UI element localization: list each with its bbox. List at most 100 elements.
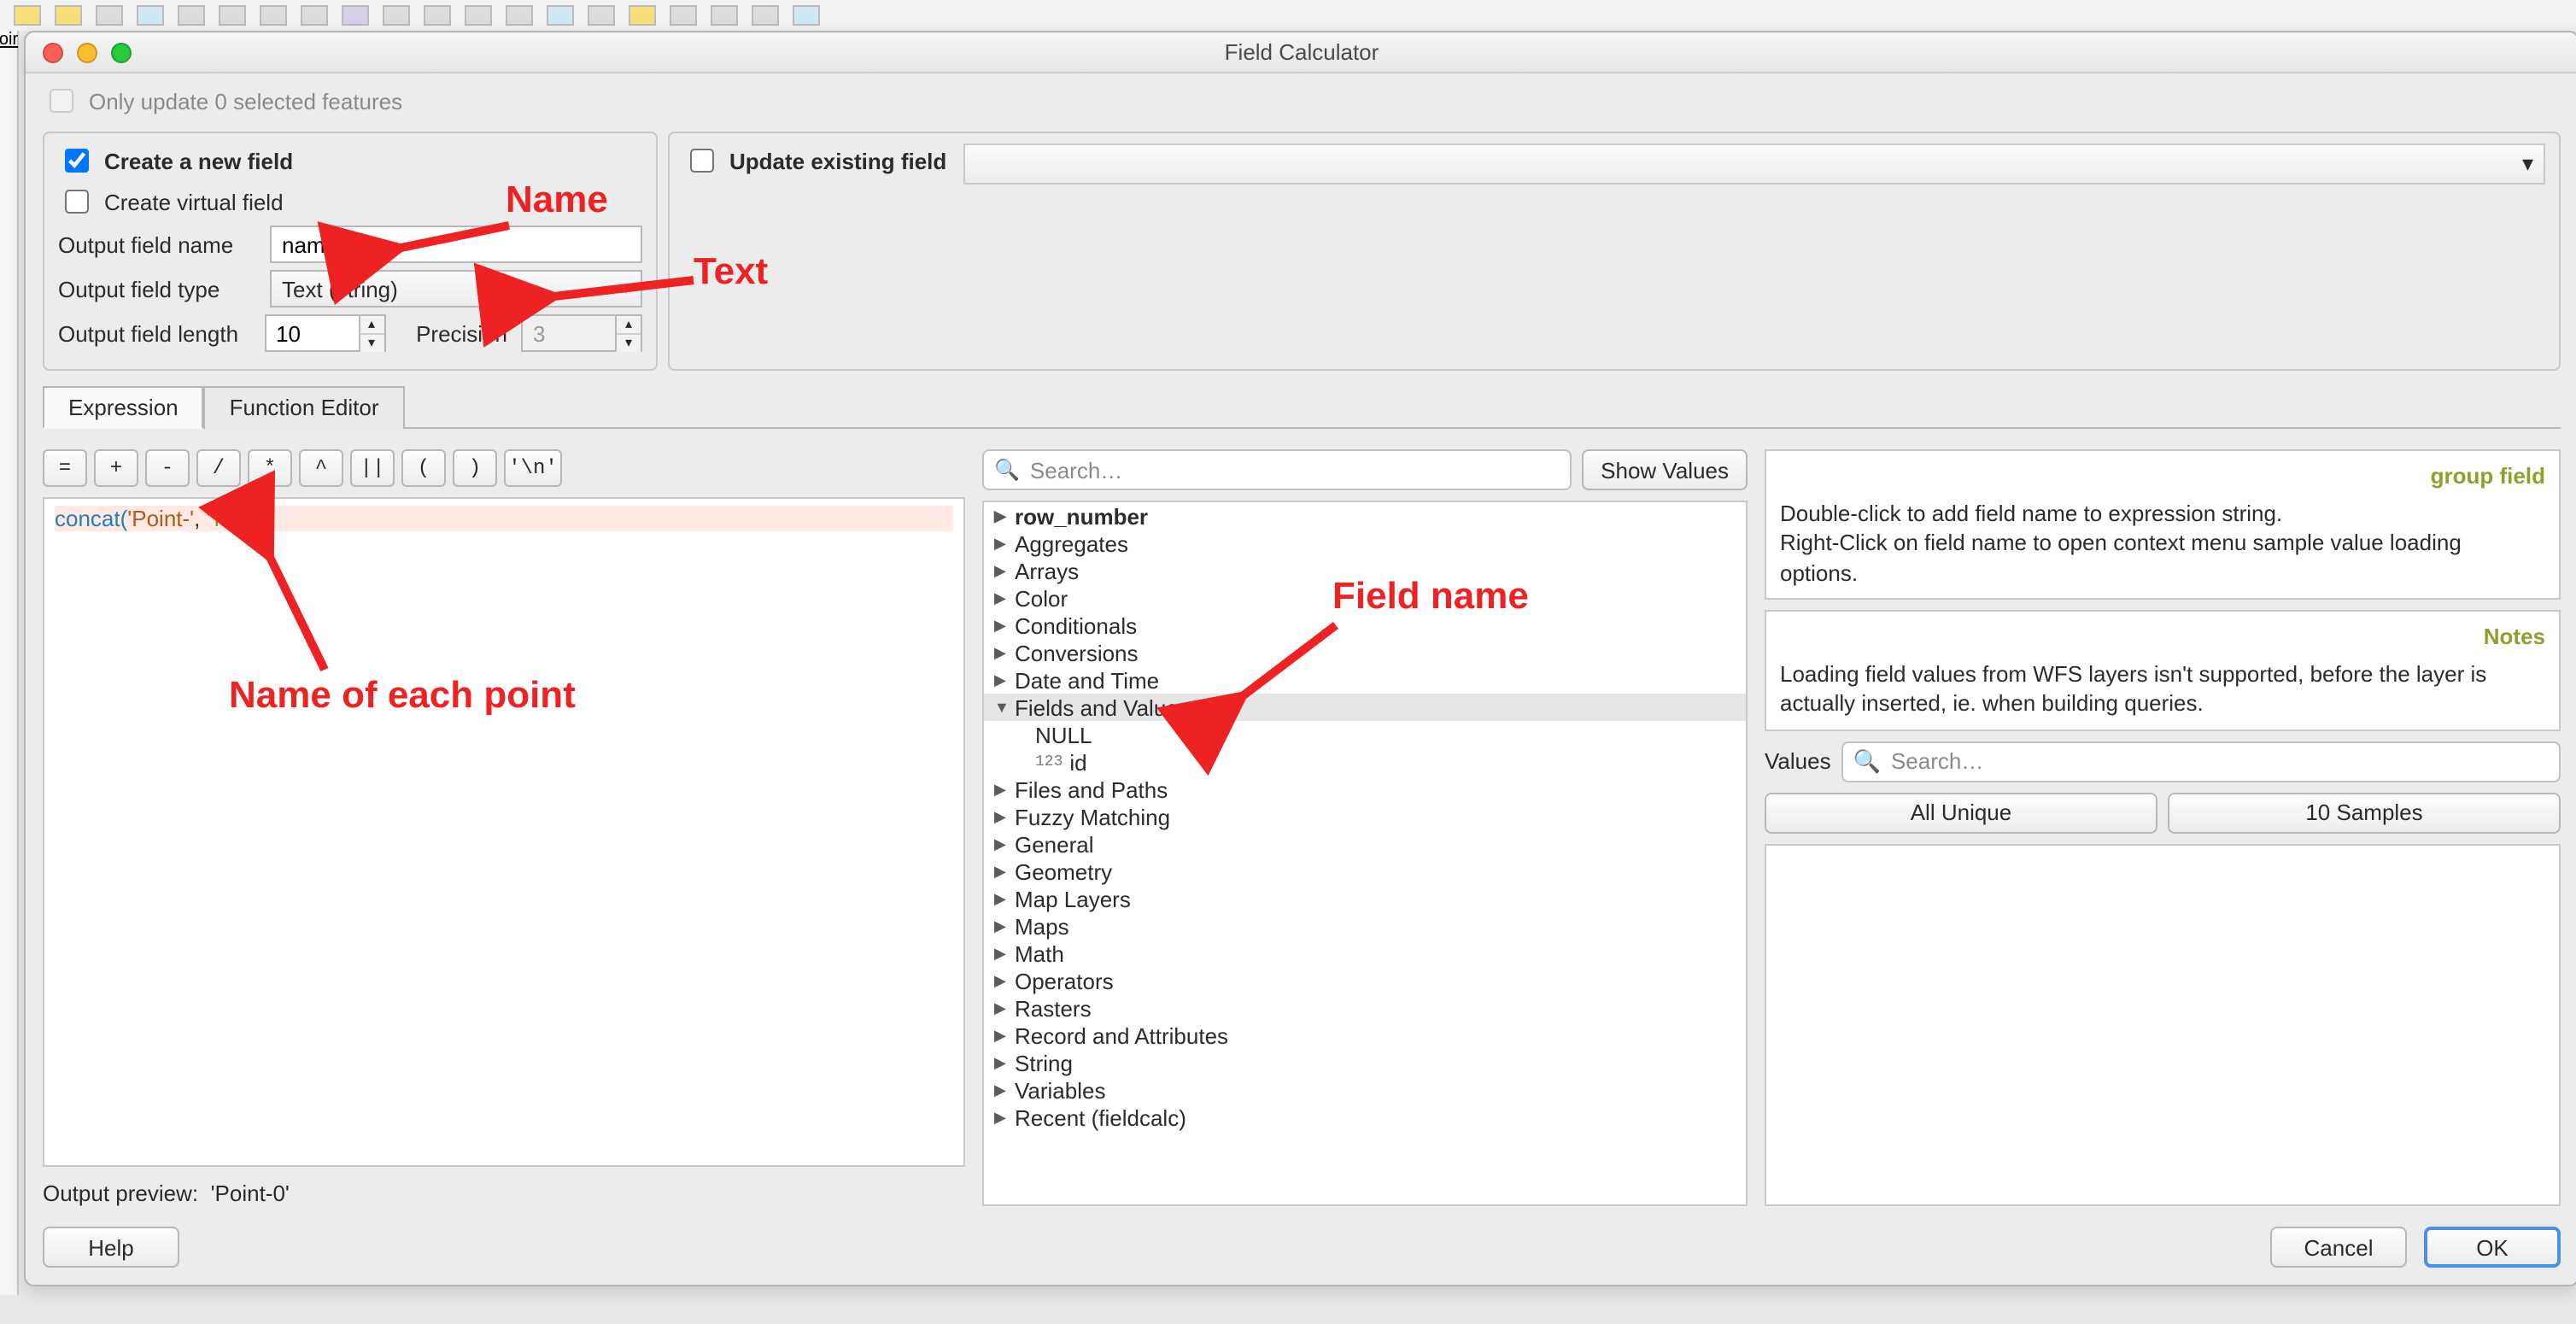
tree-group[interactable]: ▶ Maps [984,912,1746,940]
tree-group[interactable]: ▶ Color [984,584,1746,612]
help-notes: Notes Loading field values from WFS laye… [1765,610,2561,730]
tree-group[interactable]: ▶Aggregates [984,530,1746,557]
function-search-input[interactable]: 🔍 Search… [982,449,1572,490]
tree-group[interactable]: ▶General [984,830,1746,858]
tree-group[interactable]: ▶ Variables [984,1076,1746,1104]
function-tree[interactable]: ▶row_number▶Aggregates▶Arrays▶Color▶Cond… [982,501,1748,1206]
chevron-right-icon: ▶ [994,917,1008,935]
chevron-right-icon: ▶ [994,1081,1008,1099]
help-button[interactable]: Help [43,1227,179,1268]
tree-label: Fuzzy Matching [1015,804,1170,829]
help-group-field: group field Double-click to add field na… [1765,449,2561,600]
tree-label: Rasters [1015,995,1092,1021]
operator-button[interactable]: / [196,449,241,487]
spin-down-icon[interactable]: ▾ [360,334,383,351]
output-preview-value: 'Point-0' [211,1180,290,1206]
operator-button[interactable]: '\n' [504,449,562,487]
tree-group[interactable]: ▶Files and Paths [984,776,1746,803]
tree-field-null[interactable]: NULL [984,721,1746,748]
output-field-length-label: Output field length [58,320,250,346]
tree-label: Maps [1015,913,1069,939]
values-search-placeholder: Search… [1891,749,1983,775]
chevron-right-icon: ▶ [994,1053,1008,1072]
values-list[interactable] [1765,844,2561,1206]
tree-label: Recent (fieldcalc) [1015,1104,1186,1130]
tree-label: Aggregates [1015,530,1128,556]
tree-group[interactable]: ▶ Record and Attributes [984,1022,1746,1049]
help-line1: Double-click to add field name to expres… [1780,498,2545,528]
tree-label: Record and Attributes [1015,1022,1228,1048]
output-field-length-spinner[interactable]: ▴▾ [264,314,385,352]
output-field-type-combo[interactable]: Text (string) ▾ [270,270,642,308]
tree-label: Variables [1015,1077,1105,1103]
operator-button[interactable]: + [94,449,138,487]
tree-group[interactable]: ▶Arrays [984,557,1746,584]
update-field-combo[interactable]: ▾ [963,144,2545,185]
tree-group[interactable]: ▶Conditionals [984,612,1746,639]
search-placeholder: Search… [1030,457,1122,483]
tree-label: Conversions [1015,640,1139,665]
show-values-button[interactable]: Show Values [1582,449,1748,490]
chevron-right-icon: ▶ [994,889,1008,908]
chevron-right-icon: ▶ [994,862,1008,881]
operator-button[interactable]: ) [453,449,497,487]
side-panel-stub: oir [0,31,19,1295]
values-search-input[interactable]: 🔍 Search… [1841,741,2561,782]
operator-button[interactable]: ( [401,449,446,487]
tree-group[interactable]: ▶Recent (fieldcalc) [984,1104,1746,1131]
field-calculator-dialog: Field Calculator Only update 0 selected … [24,31,2576,1286]
only-update-label: Only update 0 selected features [89,88,402,114]
ten-samples-button[interactable]: 10 Samples [2168,793,2561,834]
tree-group-fields-values[interactable]: ▼Fields and Values [984,694,1746,721]
expression-editor[interactable]: concat('Point-', "id" ) [43,497,965,1167]
ok-button[interactable]: OK [2424,1227,2561,1268]
tree-row-number[interactable]: ▶row_number [984,502,1746,530]
tree-label: String [1015,1050,1073,1075]
tree-label: Geometry [1015,858,1112,884]
operator-button[interactable]: || [350,449,395,487]
tree-group[interactable]: ▶Operators [984,967,1746,994]
chevron-down-icon: ▾ [2522,150,2533,178]
operator-button[interactable]: ^ [299,449,343,487]
update-existing-field-checkbox[interactable]: Update existing field [683,144,946,178]
output-field-type-value: Text (string) [282,276,398,302]
output-field-name-label: Output field name [58,231,256,257]
window-title: Field Calculator [26,39,2576,65]
operator-button[interactable]: = [43,449,87,487]
spin-up-icon[interactable]: ▴ [360,316,383,334]
chevron-right-icon: ▶ [994,507,1008,525]
tree-group[interactable]: ▶ Map Layers [984,885,1746,912]
tree-label: Map Layers [1015,886,1131,911]
tree-field-id[interactable]: 123id [984,748,1746,776]
create-new-field-checkbox[interactable]: Create a new field [58,144,642,178]
operator-button[interactable]: * [248,449,292,487]
chevron-right-icon: ▶ [994,971,1008,990]
operator-button[interactable]: - [145,449,190,487]
chevron-right-icon: ▶ [994,999,1008,1017]
output-preview-label: Output preview: [43,1180,198,1206]
chevron-right-icon: ▶ [994,643,1008,662]
type-integer-icon: 123 [1035,753,1063,770]
output-field-name-input[interactable] [270,226,642,263]
chevron-right-icon: ▶ [994,1026,1008,1045]
tree-group[interactable]: ▶Math [984,940,1746,967]
tree-group[interactable]: ▶ Rasters [984,994,1746,1022]
tree-group[interactable]: ▶Date and Time [984,666,1746,694]
all-unique-button[interactable]: All Unique [1765,793,2157,834]
tab-function-editor[interactable]: Function Editor [204,386,405,429]
tree-group[interactable]: ▶ String [984,1049,1746,1076]
chevron-right-icon: ▶ [994,835,1008,853]
tree-group[interactable]: ▶ Conversions [984,639,1746,666]
chevron-right-icon: ▶ [994,589,1008,607]
create-virtual-field-checkbox[interactable]: Create virtual field [58,185,642,219]
chevron-right-icon: ▶ [994,780,1008,799]
tree-group[interactable]: ▶ Geometry [984,858,1746,885]
tree-group[interactable]: ▶Fuzzy Matching [984,803,1746,830]
search-icon: 🔍 [1853,748,1881,776]
create-new-label: Create a new field [104,148,293,173]
tab-expression[interactable]: Expression [43,386,204,429]
tree-label: Color [1015,585,1068,611]
update-existing-label: Update existing field [729,148,946,173]
cancel-button[interactable]: Cancel [2270,1227,2407,1268]
tree-label: Math [1015,940,1064,966]
